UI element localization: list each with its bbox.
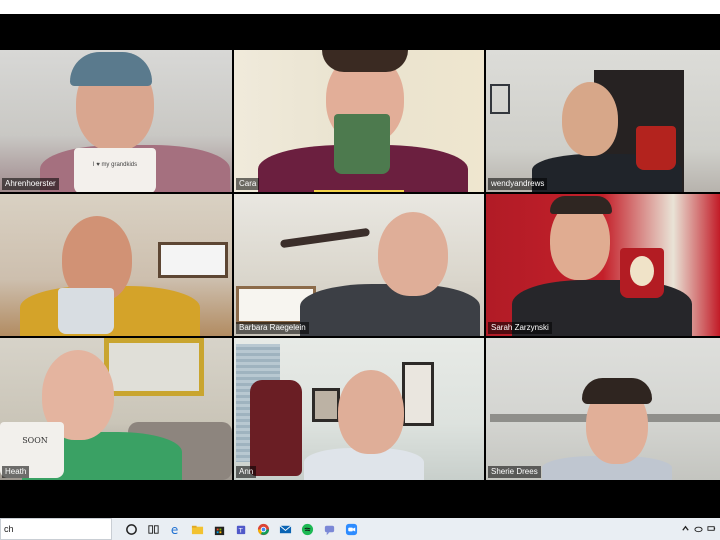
- edge-icon[interactable]: e: [164, 518, 186, 540]
- participant-name: Ahrenhoerster: [2, 178, 59, 190]
- wall-frame: [490, 84, 510, 114]
- coffee-mug: [58, 288, 114, 334]
- chrome-icon[interactable]: [252, 518, 274, 540]
- participant-name: Ann: [236, 466, 257, 478]
- participant-tile[interactable]: Barbara Raegelein: [234, 194, 484, 336]
- coffee-mug: [334, 114, 390, 174]
- mug-graphic: [630, 256, 654, 286]
- teams-icon[interactable]: T: [230, 518, 252, 540]
- mug-print: I ♥ my grandkids: [92, 162, 138, 168]
- battery-icon[interactable]: [707, 520, 716, 538]
- water-bottle: [250, 380, 302, 476]
- hair: [550, 196, 612, 214]
- spotify-icon[interactable]: [296, 518, 318, 540]
- participant-tile[interactable]: Sarah Zarzynski: [486, 194, 720, 336]
- participant-tile[interactable]: [0, 194, 232, 336]
- participant-name: Sherie Drees: [488, 466, 541, 478]
- participant-name: Heath: [2, 466, 30, 478]
- wall-mirror: [104, 338, 204, 396]
- participant-face: [378, 212, 448, 296]
- cloud-icon[interactable]: [694, 520, 703, 538]
- mug-print: SOON: [22, 436, 48, 445]
- hair: [322, 50, 408, 72]
- participant-body: [300, 284, 480, 336]
- participant-tile[interactable]: Cara: [234, 50, 484, 192]
- participant-name: Cara: [236, 178, 260, 190]
- participant-face: [562, 82, 618, 156]
- svg-text:e: e: [170, 523, 177, 536]
- chevron-up-icon[interactable]: [681, 520, 690, 538]
- participant-face: [338, 370, 404, 454]
- file-explorer-icon[interactable]: [186, 518, 208, 540]
- participant-name: Barbara Raegelein: [236, 322, 309, 334]
- window: [158, 242, 228, 278]
- task-view-icon[interactable]: [142, 518, 164, 540]
- hair: [582, 378, 652, 404]
- knit-hat: [70, 52, 152, 86]
- participant-tile[interactable]: SOON Heath: [0, 338, 232, 480]
- coffee-mug: [74, 148, 156, 192]
- store-icon[interactable]: [208, 518, 230, 540]
- participant-tile[interactable]: Ann: [234, 338, 484, 480]
- top-white-strip: [0, 0, 720, 14]
- cortana-icon[interactable]: [120, 518, 142, 540]
- talking-indicator: [314, 190, 404, 192]
- zoom-gallery-view: I ♥ my grandkids Ahrenhoerster Cara wend…: [0, 14, 720, 518]
- participant-tile[interactable]: Sherie Drees: [486, 338, 720, 480]
- zoom-icon[interactable]: [340, 518, 362, 540]
- windows-taskbar: ch e T: [0, 518, 720, 540]
- svg-text:T: T: [237, 526, 242, 534]
- participant-name: wendyandrews: [488, 178, 548, 190]
- system-tray: [681, 520, 720, 538]
- coffee-mug: [636, 126, 676, 170]
- participant-name: Sarah Zarzynski: [488, 322, 552, 334]
- mail-icon[interactable]: [274, 518, 296, 540]
- wall-frame: [402, 362, 434, 426]
- chat-icon[interactable]: [318, 518, 340, 540]
- participant-tile[interactable]: I ♥ my grandkids Ahrenhoerster: [0, 50, 232, 192]
- participant-tile[interactable]: wendyandrews: [486, 50, 720, 192]
- wall-frame: [312, 388, 340, 422]
- taskbar-pinned-apps: e T: [120, 518, 362, 540]
- taskbar-search-box[interactable]: ch: [0, 518, 112, 540]
